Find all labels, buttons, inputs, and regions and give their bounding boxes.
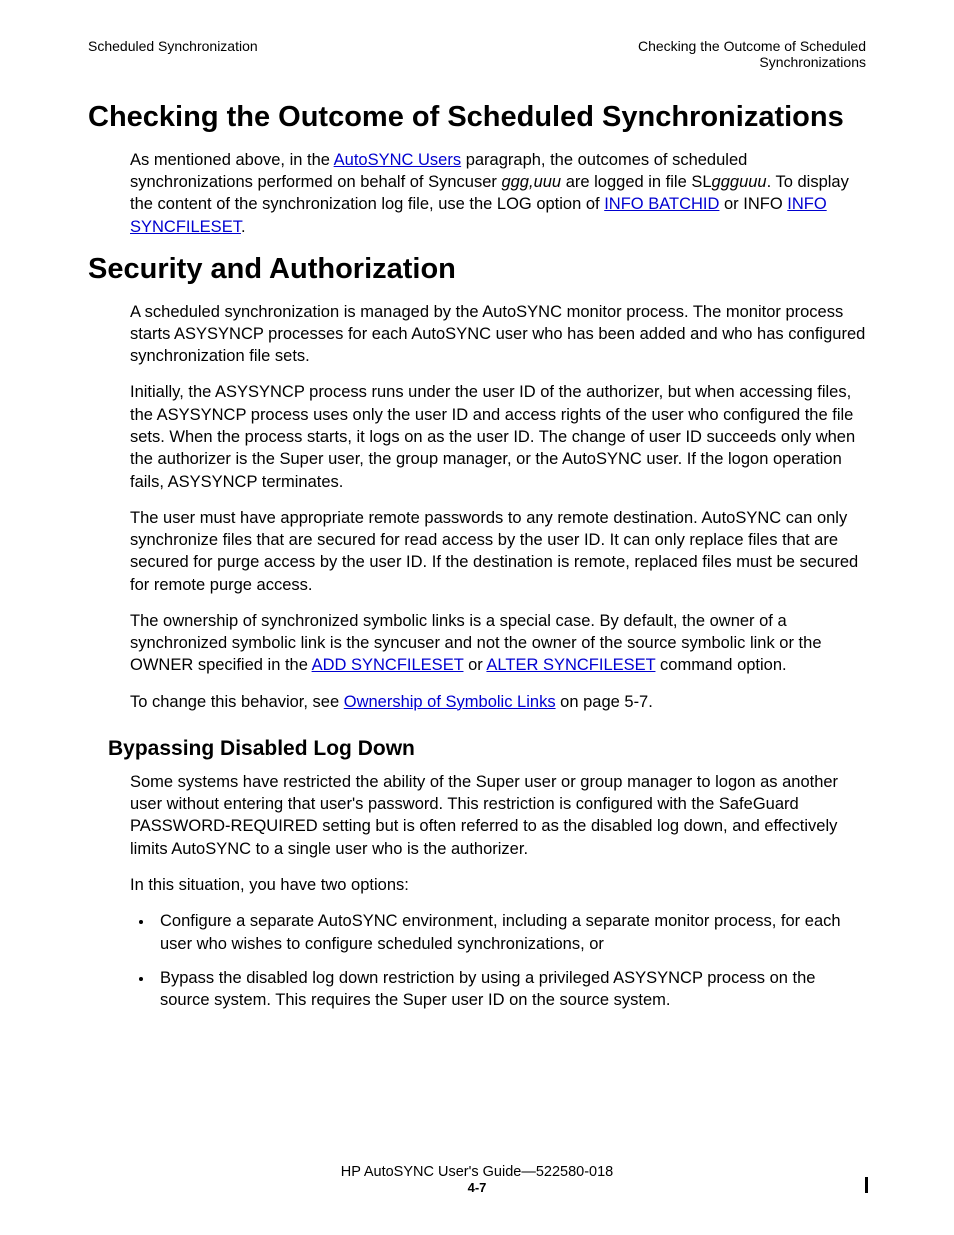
page: Scheduled Synchronization Checking the O… [0,0,954,1235]
text-italic: ggguuu [712,173,767,191]
header-right-line1: Checking the Outcome of Scheduled [638,38,866,54]
text-run: are logged in file SL [561,173,711,191]
text-run: or INFO [719,195,787,213]
paragraph: Initially, the ASYSYNCP process runs und… [130,381,866,492]
link-autosync-users[interactable]: AutoSYNC Users [334,151,461,169]
section-body: A scheduled synchronization is managed b… [130,301,866,713]
text-run: To change this behavior, see [130,693,344,711]
text-italic: ggg,uuu [501,173,561,191]
text-run: on page 5-7. [556,693,653,711]
section-body: As mentioned above, in the AutoSYNC User… [130,149,866,238]
text-run: or [463,656,486,674]
bullet-list: Configure a separate AutoSYNC environmen… [130,910,866,1011]
paragraph: Some systems have restricted the ability… [130,771,866,860]
link-info-batchid[interactable]: INFO BATCHID [604,195,719,213]
header-right: Checking the Outcome of Scheduled Synchr… [638,38,866,70]
list-item: Bypass the disabled log down restriction… [154,967,866,1012]
heading-security-authorization: Security and Authorization [88,252,866,287]
footer-title: HP AutoSYNC User's Guide—522580-018 [0,1164,954,1180]
link-ownership-symbolic-links[interactable]: Ownership of Symbolic Links [344,693,556,711]
link-add-syncfileset[interactable]: ADD SYNCFILESET [312,656,464,674]
page-footer: HP AutoSYNC User's Guide—522580-018 4-7 [0,1164,954,1195]
header-left: Scheduled Synchronization [88,38,258,54]
paragraph: In this situation, you have two options: [130,874,866,896]
paragraph: The user must have appropriate remote pa… [130,507,866,596]
paragraph: The ownership of synchronized symbolic l… [130,610,866,677]
paragraph: To change this behavior, see Ownership o… [130,691,866,713]
text-run: . [241,218,246,236]
running-header: Scheduled Synchronization Checking the O… [88,38,866,70]
list-item: Configure a separate AutoSYNC environmen… [154,910,866,955]
heading-bypassing-disabled-log-down: Bypassing Disabled Log Down [108,737,866,761]
heading-checking-outcome: Checking the Outcome of Scheduled Synchr… [88,100,866,135]
text-run: As mentioned above, in the [130,151,334,169]
text-run: command option. [655,656,786,674]
paragraph: As mentioned above, in the AutoSYNC User… [130,149,866,238]
change-bar-icon [865,1177,868,1193]
link-alter-syncfileset[interactable]: ALTER SYNCFILESET [486,656,655,674]
paragraph: A scheduled synchronization is managed b… [130,301,866,368]
section-body: Some systems have restricted the ability… [130,771,866,1011]
header-right-line2: Synchronizations [638,54,866,70]
page-number: 4-7 [0,1180,954,1195]
